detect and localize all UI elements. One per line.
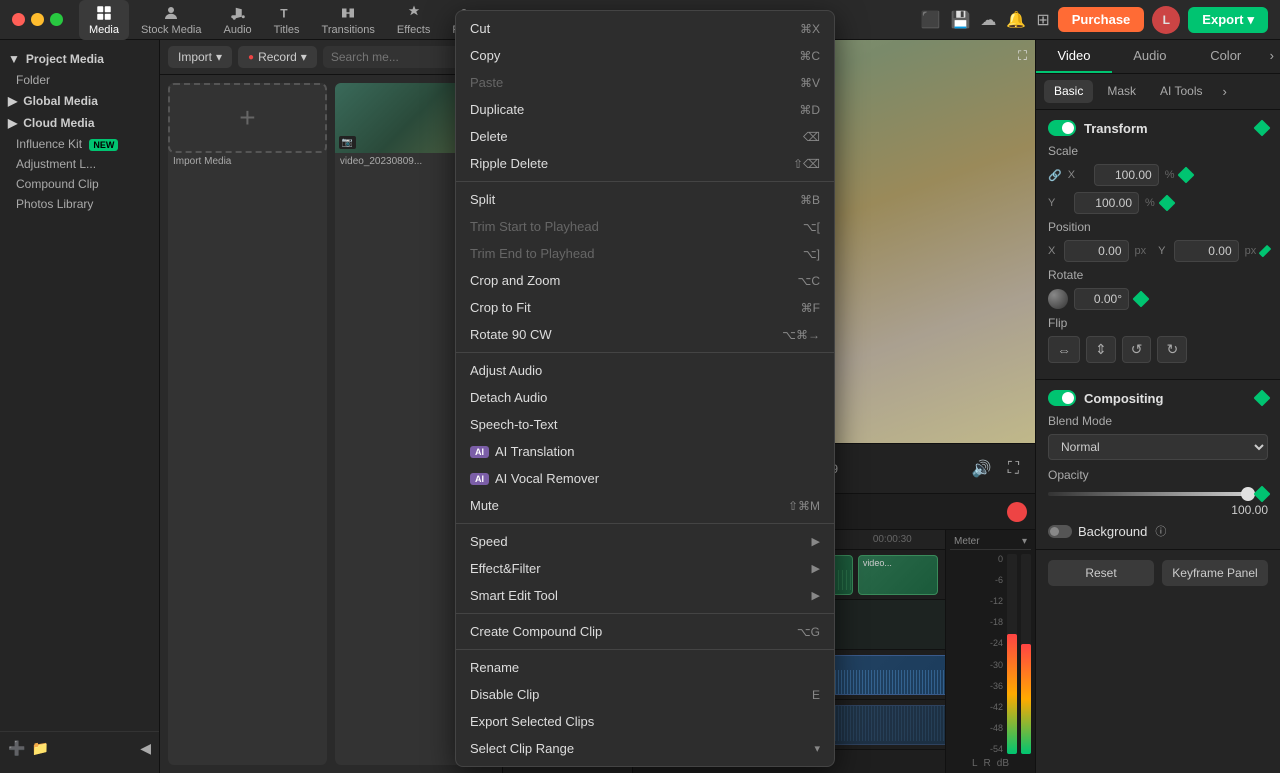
- ctx-effect-filter-label: Effect&Filter: [470, 561, 541, 576]
- ctx-effect-filter-arrow: ▶: [812, 562, 820, 575]
- ctx-speed-arrow: ▶: [812, 535, 820, 548]
- ctx-copy-shortcut: ⌘C: [799, 49, 820, 63]
- ctx-disable-clip-shortcut: E: [812, 688, 820, 702]
- ai-vocal-badge: AI: [470, 473, 489, 485]
- ctx-rotate-90-label: Rotate 90 CW: [470, 327, 552, 342]
- ctx-trim-start-shortcut: ⌥[: [803, 220, 820, 234]
- ctx-ai-translation[interactable]: AI AI Translation: [456, 438, 834, 465]
- ctx-crop-zoom[interactable]: Crop and Zoom ⌥C: [456, 267, 834, 294]
- context-menu: Cut ⌘X Copy ⌘C Paste ⌘V Duplicate ⌘D Del…: [455, 10, 835, 767]
- separator-4: [456, 613, 834, 614]
- ctx-speed-label: Speed: [470, 534, 508, 549]
- ctx-smart-edit[interactable]: Smart Edit Tool ▶: [456, 582, 834, 609]
- ctx-compound-clip[interactable]: Create Compound Clip ⌥G: [456, 618, 834, 645]
- ctx-ripple-delete-shortcut: ⇧⌫: [793, 157, 820, 171]
- ctx-speech-to-text-label: Speech-to-Text: [470, 417, 557, 432]
- ctx-paste-shortcut: ⌘V: [800, 76, 820, 90]
- ctx-copy-label: Copy: [470, 48, 500, 63]
- ctx-smart-edit-label: Smart Edit Tool: [470, 588, 558, 603]
- ctx-detach-audio[interactable]: Detach Audio: [456, 384, 834, 411]
- ctx-effect-filter[interactable]: Effect&Filter ▶: [456, 555, 834, 582]
- ctx-mute-shortcut: ⇧⌘M: [788, 499, 820, 513]
- ctx-split[interactable]: Split ⌘B: [456, 186, 834, 213]
- ctx-rename[interactable]: Rename: [456, 654, 834, 681]
- ctx-mute[interactable]: Mute ⇧⌘M: [456, 492, 834, 519]
- ctx-trim-start: Trim Start to Playhead ⌥[: [456, 213, 834, 240]
- context-menu-overlay: Cut ⌘X Copy ⌘C Paste ⌘V Duplicate ⌘D Del…: [0, 0, 1280, 773]
- ctx-cut-label: Cut: [470, 21, 490, 36]
- ctx-speech-to-text[interactable]: Speech-to-Text: [456, 411, 834, 438]
- ctx-ripple-delete[interactable]: Ripple Delete ⇧⌫: [456, 150, 834, 177]
- ctx-crop-fit-shortcut: ⌘F: [801, 301, 820, 315]
- ctx-duplicate-shortcut: ⌘D: [799, 103, 820, 117]
- ctx-rotate-90[interactable]: Rotate 90 CW ⌥⌘→: [456, 321, 834, 348]
- ctx-ai-vocal[interactable]: AI AI Vocal Remover: [456, 465, 834, 492]
- ctx-delete-shortcut: ⌫: [803, 130, 820, 144]
- ctx-smart-edit-arrow: ▶: [812, 589, 820, 602]
- ctx-speed[interactable]: Speed ▶: [456, 528, 834, 555]
- ctx-duplicate[interactable]: Duplicate ⌘D: [456, 96, 834, 123]
- ctx-adjust-audio-label: Adjust Audio: [470, 363, 542, 378]
- ctx-ai-translation-label: AI Translation: [495, 444, 575, 459]
- ctx-copy[interactable]: Copy ⌘C: [456, 42, 834, 69]
- ctx-trim-end-label: Trim End to Playhead: [470, 246, 595, 261]
- ctx-paste: Paste ⌘V: [456, 69, 834, 96]
- ctx-detach-audio-label: Detach Audio: [470, 390, 547, 405]
- ctx-rename-label: Rename: [470, 660, 519, 675]
- ctx-split-label: Split: [470, 192, 495, 207]
- ctx-trim-end-shortcut: ⌥]: [803, 247, 820, 261]
- ctx-crop-fit-label: Crop to Fit: [470, 300, 531, 315]
- ctx-disable-clip[interactable]: Disable Clip E: [456, 681, 834, 708]
- ctx-select-clip-range-label: Select Clip Range: [470, 741, 574, 756]
- ctx-select-clip-range[interactable]: Select Clip Range ▾: [456, 735, 834, 762]
- ctx-delete[interactable]: Delete ⌫: [456, 123, 834, 150]
- ctx-ai-vocal-label: AI Vocal Remover: [495, 471, 599, 486]
- ctx-cut[interactable]: Cut ⌘X: [456, 15, 834, 42]
- ctx-ripple-delete-label: Ripple Delete: [470, 156, 548, 171]
- ctx-crop-fit[interactable]: Crop to Fit ⌘F: [456, 294, 834, 321]
- separator-1: [456, 181, 834, 182]
- ctx-select-clip-range-arrow: ▾: [814, 742, 820, 755]
- ctx-delete-label: Delete: [470, 129, 508, 144]
- separator-5: [456, 649, 834, 650]
- ctx-disable-clip-label: Disable Clip: [470, 687, 539, 702]
- separator-3: [456, 523, 834, 524]
- ctx-paste-label: Paste: [470, 75, 503, 90]
- ctx-rotate-90-shortcut: ⌥⌘→: [782, 328, 820, 342]
- ctx-adjust-audio[interactable]: Adjust Audio: [456, 357, 834, 384]
- ctx-trim-end: Trim End to Playhead ⌥]: [456, 240, 834, 267]
- ctx-compound-clip-label: Create Compound Clip: [470, 624, 602, 639]
- ctx-export-selected[interactable]: Export Selected Clips: [456, 708, 834, 735]
- ai-translation-badge: AI: [470, 446, 489, 458]
- separator-2: [456, 352, 834, 353]
- ctx-split-shortcut: ⌘B: [800, 193, 820, 207]
- ctx-crop-zoom-label: Crop and Zoom: [470, 273, 560, 288]
- ctx-duplicate-label: Duplicate: [470, 102, 524, 117]
- ctx-export-selected-label: Export Selected Clips: [470, 714, 594, 729]
- ctx-crop-zoom-shortcut: ⌥C: [798, 274, 821, 288]
- ctx-compound-clip-shortcut: ⌥G: [797, 625, 820, 639]
- ctx-mute-label: Mute: [470, 498, 499, 513]
- ctx-cut-shortcut: ⌘X: [800, 22, 820, 36]
- ctx-trim-start-label: Trim Start to Playhead: [470, 219, 599, 234]
